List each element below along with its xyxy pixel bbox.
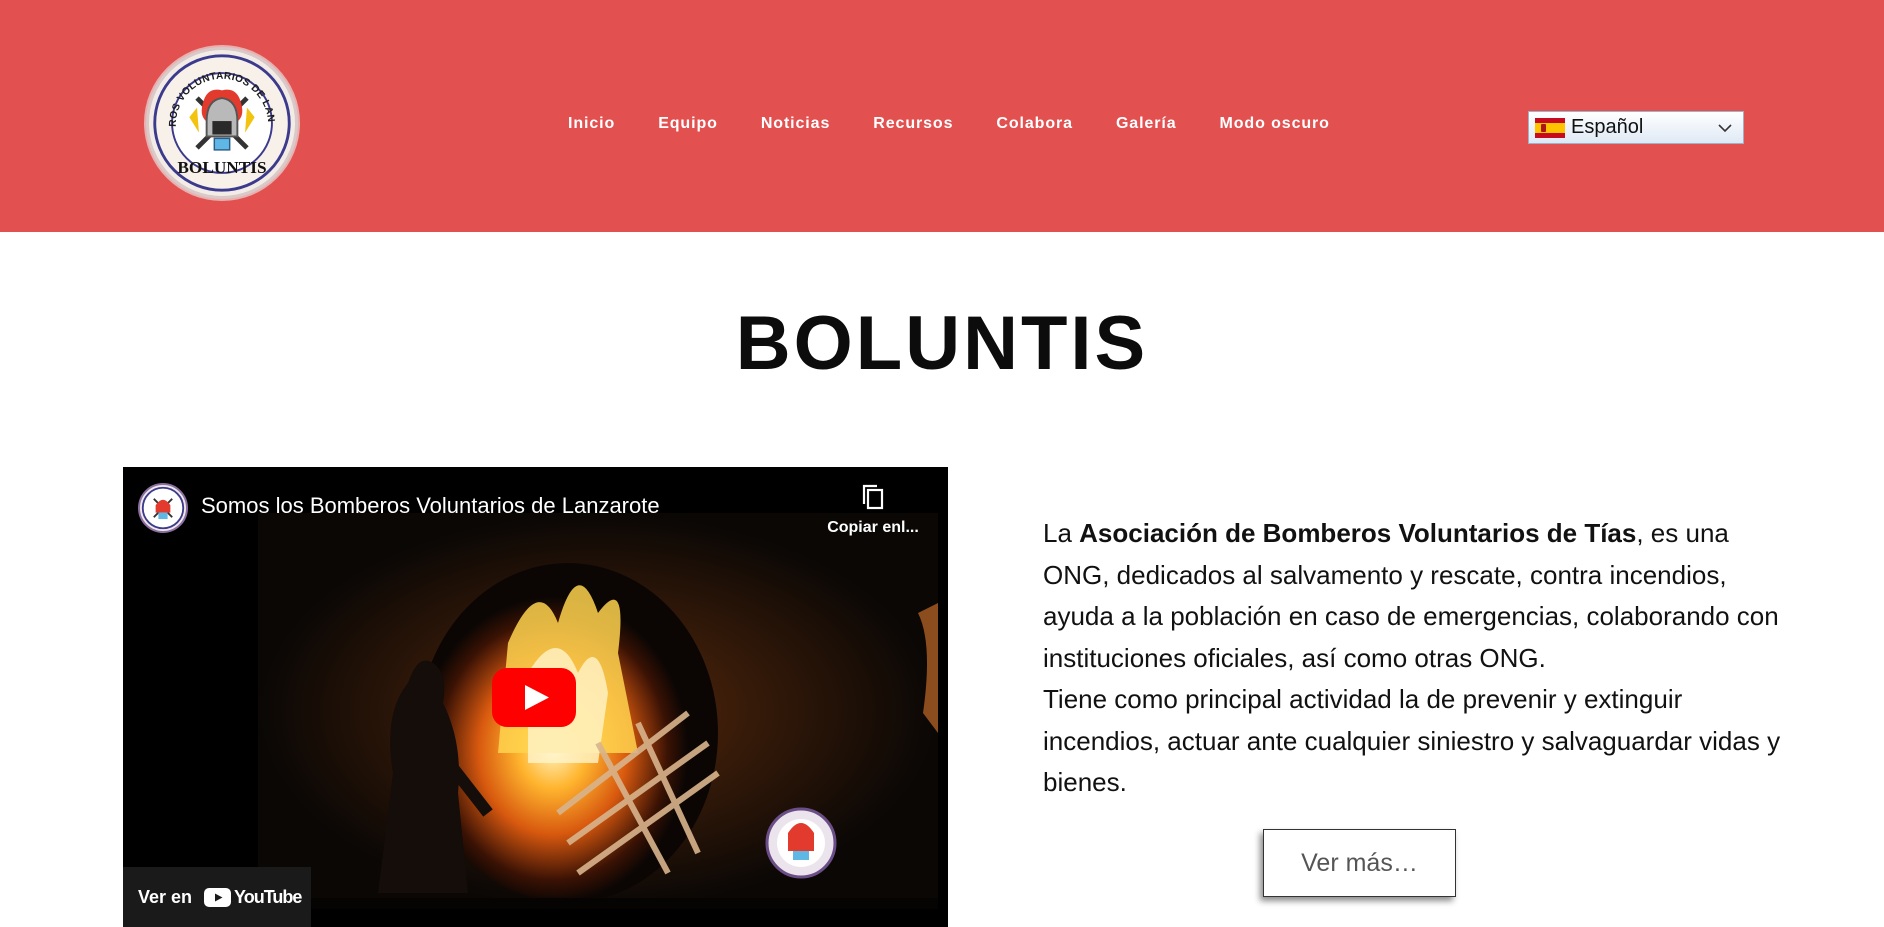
nav-item-recursos[interactable]: Recursos	[873, 115, 953, 133]
association-name: Asociación de Bomberos Voluntarios de Tí…	[1079, 518, 1637, 548]
play-button[interactable]	[492, 668, 576, 727]
ver-mas-button[interactable]: Ver más…	[1263, 829, 1456, 897]
description-lead: La	[1043, 518, 1080, 548]
watch-on-label: Ver en	[138, 886, 193, 907]
youtube-icon	[204, 887, 232, 907]
nav-item-inicio[interactable]: Inicio	[568, 115, 615, 133]
youtube-wordmark: YouTube	[234, 886, 302, 907]
channel-avatar[interactable]	[138, 483, 188, 533]
copy-icon	[862, 484, 884, 510]
language-select[interactable]: Español	[1528, 111, 1744, 144]
description: La Asociación de Bomberos Voluntarios de…	[1043, 513, 1783, 804]
video-thumbnail[interactable]	[258, 513, 938, 909]
youtube-embed[interactable]: Somos los Bomberos Voluntarios de Lanzar…	[123, 467, 948, 927]
copy-link-label: Copiar enl...	[827, 519, 919, 536]
nav-item-galeria[interactable]: Galería	[1116, 115, 1177, 133]
watch-on-youtube-button[interactable]: Ver en YouTube	[123, 867, 311, 927]
copy-link-button[interactable]: Copiar enl...	[813, 483, 933, 537]
page-title: BOLUNTIS	[735, 301, 1149, 386]
main-nav: Inicio Equipo Noticias Recursos Colabora…	[568, 112, 1330, 136]
play-icon	[492, 668, 576, 727]
video-title[interactable]: Somos los Bomberos Voluntarios de Lanzar…	[201, 493, 660, 519]
nav-item-equipo[interactable]: Equipo	[658, 115, 718, 133]
nav-item-colabora[interactable]: Colabora	[996, 115, 1073, 133]
spain-flag-icon	[1535, 117, 1565, 138]
nav-item-noticias[interactable]: Noticias	[761, 115, 830, 133]
language-select-value: Español	[1571, 116, 1644, 138]
nav-item-modo-oscuro[interactable]: Modo oscuro	[1220, 115, 1330, 133]
youtube-logo: YouTube	[204, 886, 302, 908]
site-header: BOMBEROS VOLUNTARIOS DE LANZAROTE BOLUNT…	[0, 0, 1884, 232]
boluntis-logo-icon[interactable]: BOMBEROS VOLUNTARIOS DE LANZAROTE BOLUNT…	[146, 47, 298, 199]
chevron-down-icon	[1718, 123, 1732, 132]
description-paragraph-2: Tiene como principal actividad la de pre…	[1043, 684, 1781, 797]
description-paragraph-1: La Asociación de Bomberos Voluntarios de…	[1043, 513, 1783, 679]
logo-bottom-text: BOLUNTIS	[177, 158, 266, 177]
